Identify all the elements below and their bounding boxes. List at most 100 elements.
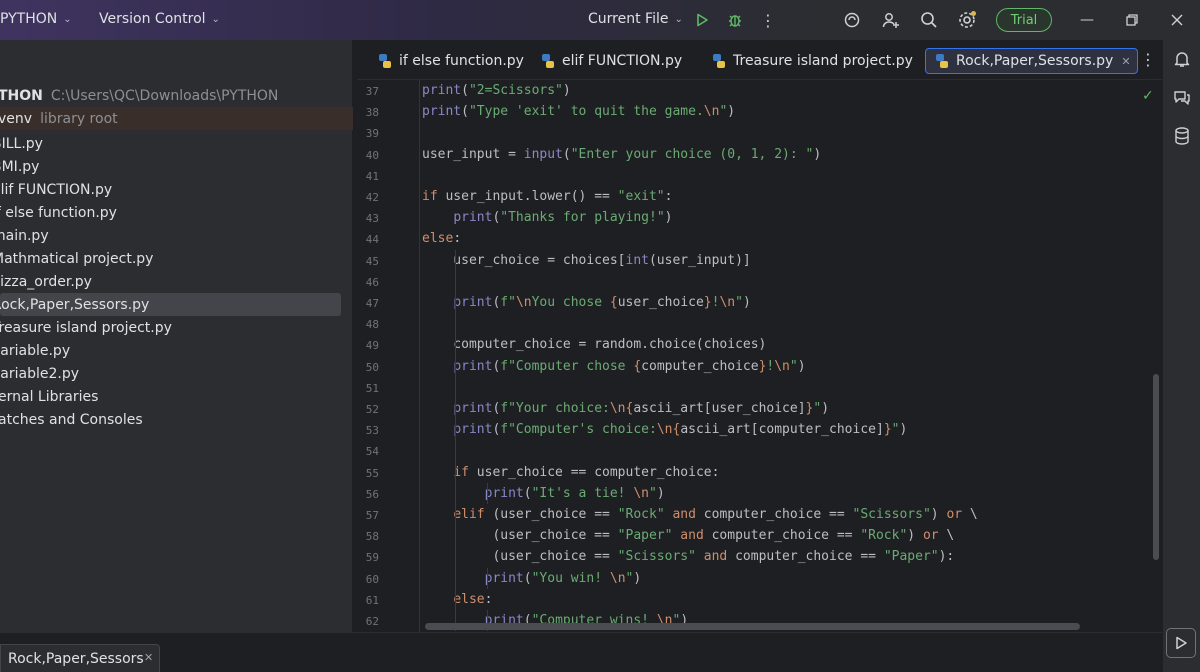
line-number: 44 [365, 233, 379, 247]
vertical-scrollbar[interactable] [1153, 374, 1159, 560]
close-run-tab-icon[interactable]: ✕ [144, 651, 153, 664]
line-number: 39 [365, 127, 379, 141]
line-number: 59 [365, 551, 379, 565]
ai-assistant-icon [844, 12, 860, 28]
code-line: if user_input.lower() == "exit": [422, 189, 673, 204]
tab-if-else-function[interactable]: if else function.py [369, 48, 524, 74]
ai-assistant-button[interactable] [841, 9, 863, 31]
line-number: 41 [365, 169, 379, 183]
settings-icon [959, 11, 976, 28]
code-line: print("2=Scissors") [422, 83, 571, 98]
code-editor[interactable]: print("2=Scissors") print("Type 'exit' to… [422, 80, 1147, 632]
library-root-note: library root [40, 110, 118, 127]
tree-item-external-libraries[interactable]: ernal Libraries [0, 385, 353, 408]
indent-guide [486, 567, 488, 589]
tree-item-file[interactable]: elif FUNCTION.py [0, 178, 353, 201]
chevron-down-icon: ⌄ [211, 13, 220, 25]
tree-root[interactable]: THON C:\Users\QC\Downloads\PYTHON [0, 84, 353, 107]
ai-chat-button[interactable] [1172, 88, 1192, 108]
more-vertical-icon: ⋮ [760, 10, 776, 30]
root-folder-name: THON [0, 87, 43, 104]
restore-icon [1126, 14, 1138, 26]
tab-elif-function[interactable]: elif FUNCTION.py [532, 48, 682, 74]
code-line: print("Type 'exit' to quit the game.\n") [422, 104, 736, 120]
notifications-button[interactable] [1172, 49, 1192, 69]
file-name: elif FUNCTION.py [0, 181, 113, 198]
check-icon[interactable]: ✓ [1142, 88, 1154, 104]
version-control-widget[interactable]: Version Control ⌄ [99, 11, 220, 27]
external-libraries-label: ernal Libraries [0, 388, 99, 405]
line-number-gutter: 37 38 39 40 41 42 43 44 45 46 47 48 49 50 51 52 53 54 55 56… [357, 80, 419, 632]
ai-chat-icon [1174, 91, 1190, 105]
horizontal-scrollbar[interactable] [425, 623, 1080, 630]
indent-guide [486, 482, 488, 504]
tab-rock-paper-sessors[interactable]: Rock,Paper,Sessors.py ✕ [925, 48, 1138, 74]
restore-button[interactable] [1121, 9, 1143, 31]
close-tab-icon[interactable]: ✕ [1121, 55, 1130, 68]
chevron-down-icon: ⌄ [63, 13, 72, 25]
search-icon [921, 12, 937, 28]
file-name: if else function.py [0, 204, 117, 221]
tree-item-venv[interactable]: venv library root [0, 107, 353, 130]
more-actions-button[interactable]: ⋮ [757, 9, 779, 31]
tree-item-file[interactable]: Rock,Paper,Sessors.py [0, 293, 353, 316]
code-line: elif (user_choice == "Rock" and computer… [453, 507, 978, 522]
tree-item-file[interactable]: if else function.py [0, 201, 353, 224]
tree-item-file[interactable]: variable.py [0, 339, 353, 362]
code-line: if user_choice == computer_choice: [453, 464, 720, 480]
debug-button[interactable] [724, 9, 746, 31]
run-console-tab[interactable]: Rock,Paper,Sessors ✕ [0, 644, 160, 672]
close-window-button[interactable] [1166, 9, 1188, 31]
file-name: variable.py [0, 342, 71, 359]
file-name: BMI.py [0, 158, 40, 175]
settings-button[interactable] [956, 9, 978, 31]
project-widget[interactable]: PYTHON ⌄ [0, 11, 72, 27]
code-line: user_input = input("Enter your choice (0… [422, 146, 822, 162]
line-number: 48 [365, 318, 379, 332]
tree-item-file[interactable]: variable2.py [0, 362, 353, 385]
line-number: 40 [365, 148, 379, 162]
code-line: print("Thanks for playing!") [453, 210, 673, 226]
database-button[interactable] [1172, 126, 1192, 146]
title-bar: PYTHON ⌄ Version Control ⌄ Current File … [0, 0, 1200, 40]
line-number: 57 [365, 509, 379, 522]
indent-guide [455, 249, 457, 632]
run-tool-window-button[interactable] [1166, 628, 1196, 658]
code-with-me-button[interactable] [880, 9, 902, 31]
tree-item-file[interactable]: main.py [0, 224, 353, 247]
line-number: 45 [365, 254, 379, 268]
tree-item-scratches[interactable]: atches and Consoles [0, 408, 353, 431]
tab-options-button[interactable]: ⋮ [1140, 50, 1156, 69]
python-file-icon [936, 54, 948, 68]
code-line: print(f"Computer chose {computer_choice}… [453, 358, 806, 374]
trial-button[interactable]: Trial [996, 8, 1052, 32]
tree-item-file[interactable]: Pizza_order.py [0, 270, 353, 293]
tree-item-file[interactable]: Mathmatical project.py [0, 247, 353, 270]
line-number: 58 [365, 530, 379, 544]
code-line: print(f"Computer's choice:\n{ascii_art[c… [453, 422, 908, 438]
scratches-label: atches and Consoles [0, 411, 143, 428]
tab-label: Rock,Paper,Sessors.py [956, 53, 1114, 69]
search-everywhere-button[interactable] [918, 9, 940, 31]
line-number: 62 [365, 615, 379, 628]
line-number: 38 [365, 106, 379, 120]
line-number: 42 [365, 191, 379, 204]
line-number: 54 [365, 445, 379, 459]
tree-item-file[interactable]: BILL.py [0, 132, 353, 155]
minimize-icon: — [1080, 12, 1094, 28]
line-number: 43 [365, 212, 379, 226]
tab-treasure-island[interactable]: Treasure island project.py [703, 48, 913, 74]
run-button[interactable] [691, 9, 713, 31]
line-number: 50 [365, 360, 379, 374]
run-configuration-selector[interactable]: Current File ⌄ [588, 11, 683, 27]
version-control-label: Version Control [99, 11, 206, 27]
python-file-icon [542, 54, 554, 68]
tab-label: if else function.py [399, 53, 524, 69]
tab-label: Treasure island project.py [733, 53, 913, 69]
tree-item-file[interactable]: BMI.py [0, 155, 353, 178]
minimize-button[interactable]: — [1076, 9, 1098, 31]
line-number: 47 [365, 297, 379, 310]
gutter-separator [419, 80, 420, 632]
code-line: else: [422, 231, 462, 247]
tree-item-file[interactable]: Treasure island project.py [0, 316, 353, 339]
